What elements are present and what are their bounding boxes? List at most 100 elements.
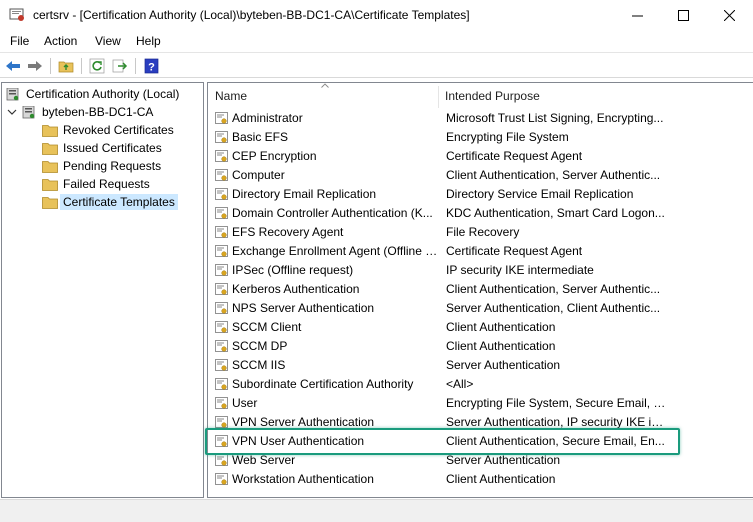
template-name: Kerberos Authentication bbox=[232, 282, 360, 296]
tree-item-pending-requests[interactable]: Pending Requests bbox=[42, 157, 164, 175]
column-header-intended-purpose[interactable]: Intended Purpose bbox=[445, 89, 540, 103]
menu-help[interactable]: Help bbox=[136, 34, 161, 48]
template-intended-purpose: Encrypting File System bbox=[446, 130, 569, 144]
template-name: Web Server bbox=[232, 453, 296, 467]
template-name: VPN User Authentication bbox=[232, 434, 365, 448]
certificate-template-icon bbox=[215, 454, 228, 466]
template-row[interactable]: VPN Server Authentication Server Authenti… bbox=[213, 413, 749, 432]
template-row[interactable]: IPSec (Offline request) IP security IKE i… bbox=[213, 261, 749, 280]
menu-bar: File Action View Help bbox=[0, 31, 753, 51]
template-intended-purpose: Server Authentication, Client Authentic.… bbox=[446, 301, 661, 315]
template-row[interactable]: Domain Controller Authentication (K... KD… bbox=[213, 204, 749, 223]
template-row[interactable]: Web Server Server Authentication bbox=[213, 451, 749, 470]
tree-item-failed-requests[interactable]: Failed Requests bbox=[42, 175, 153, 193]
template-name: Basic EFS bbox=[232, 130, 289, 144]
template-name: Directory Email Replication bbox=[232, 187, 377, 201]
template-row[interactable]: Kerberos Authentication Client Authentica… bbox=[213, 280, 749, 299]
template-name: Workstation Authentication bbox=[232, 472, 374, 486]
template-intended-purpose: Directory Service Email Replication bbox=[446, 187, 634, 201]
template-name: EFS Recovery Agent bbox=[232, 225, 344, 239]
template-row[interactable]: Computer Client Authentication, Server Au… bbox=[213, 166, 749, 185]
menu-file[interactable]: File bbox=[10, 34, 29, 48]
template-name: Exchange Enrollment Agent (Offline r... bbox=[232, 244, 438, 258]
template-intended-purpose: Certificate Request Agent bbox=[446, 244, 583, 258]
forward-button[interactable] bbox=[26, 57, 44, 75]
up-folder-button[interactable] bbox=[57, 57, 75, 75]
template-row[interactable]: SCCM Client Client Authentication bbox=[213, 318, 749, 337]
template-row[interactable]: NPS Server Authentication Server Authenti… bbox=[213, 299, 749, 318]
template-intended-purpose: IP security IKE intermediate bbox=[446, 263, 594, 277]
certificate-template-icon bbox=[215, 378, 228, 390]
template-row[interactable]: Workstation Authentication Client Authent… bbox=[213, 470, 749, 489]
template-row[interactable]: SCCM IIS Server Authentication bbox=[213, 356, 749, 375]
column-header-name[interactable]: Name bbox=[215, 89, 247, 103]
toolbar: ? bbox=[0, 52, 753, 78]
export-list-button[interactable] bbox=[111, 57, 129, 75]
certificate-template-icon bbox=[215, 150, 228, 162]
template-row[interactable]: Exchange Enrollment Agent (Offline r... C… bbox=[213, 242, 749, 261]
toolbar-separator bbox=[81, 58, 82, 74]
certificate-template-icon bbox=[215, 473, 228, 485]
close-icon bbox=[723, 9, 735, 21]
template-intended-purpose: Client Authentication, Secure Email, En.… bbox=[446, 434, 665, 448]
tree-label: Pending Requests bbox=[63, 159, 162, 173]
template-intended-purpose: Client Authentication, Server Authentic.… bbox=[446, 282, 661, 296]
title-bar: certsrv - [Certification Authority (Loca… bbox=[0, 0, 753, 31]
ca-server-icon bbox=[6, 87, 19, 100]
close-button[interactable] bbox=[706, 0, 752, 30]
certificate-template-icon bbox=[215, 302, 228, 314]
certificate-template-icon bbox=[215, 169, 228, 181]
tree-label: byteben-BB-DC1-CA bbox=[42, 105, 154, 119]
back-icon bbox=[6, 61, 20, 71]
template-name: Subordinate Certification Authority bbox=[232, 377, 414, 391]
template-row[interactable]: Basic EFS Encrypting File System bbox=[213, 128, 749, 147]
expand-chevron-icon[interactable] bbox=[7, 107, 17, 117]
column-divider[interactable] bbox=[438, 86, 439, 108]
template-intended-purpose: Client Authentication, Server Authentic.… bbox=[446, 168, 661, 182]
tree-item-revoked-certificates[interactable]: Revoked Certificates bbox=[42, 121, 177, 139]
help-icon: ? bbox=[144, 58, 158, 74]
certificate-template-icon bbox=[215, 245, 228, 257]
template-name: SCCM DP bbox=[232, 339, 288, 353]
certificate-template-icon bbox=[215, 283, 228, 295]
certificate-template-icon bbox=[215, 207, 228, 219]
template-row[interactable]: SCCM DP Client Authentication bbox=[213, 337, 749, 356]
certificate-template-icon bbox=[215, 321, 228, 333]
template-row[interactable]: Administrator Microsoft Trust List Signin… bbox=[213, 109, 749, 128]
template-name: CEP Encryption bbox=[232, 149, 317, 163]
template-intended-purpose: Microsoft Trust List Signing, Encrypting… bbox=[446, 111, 664, 125]
ca-server-icon bbox=[22, 105, 35, 118]
template-row[interactable]: User Encrypting File System, Secure Email… bbox=[213, 394, 749, 413]
maximize-button[interactable] bbox=[660, 0, 706, 30]
template-name: Administrator bbox=[232, 111, 303, 125]
template-intended-purpose: Client Authentication bbox=[446, 320, 556, 334]
menu-view[interactable]: View bbox=[95, 34, 121, 48]
template-row[interactable]: CEP Encryption Certificate Request Agent bbox=[213, 147, 749, 166]
forward-icon bbox=[28, 61, 42, 71]
help-button[interactable]: ? bbox=[142, 57, 160, 75]
tree-item-issued-certificates[interactable]: Issued Certificates bbox=[42, 139, 165, 157]
back-button[interactable] bbox=[4, 57, 22, 75]
tree-label: Certificate Templates bbox=[60, 194, 178, 210]
template-row[interactable]: Subordinate Certification Authority <All> bbox=[213, 375, 749, 394]
tree-root-ca-local[interactable]: Certification Authority (Local) bbox=[5, 85, 182, 103]
certificate-template-icon bbox=[215, 131, 228, 143]
status-bar bbox=[0, 499, 753, 522]
template-row[interactable]: Directory Email Replication Directory Ser… bbox=[213, 185, 749, 204]
template-intended-purpose: <All> bbox=[446, 377, 474, 391]
tree-label: Issued Certificates bbox=[63, 141, 162, 155]
folder-icon bbox=[42, 178, 58, 191]
certificate-template-icon bbox=[215, 359, 228, 371]
tree-ca-node[interactable]: byteben-BB-DC1-CA bbox=[7, 103, 156, 121]
certificate-template-icon bbox=[215, 112, 228, 124]
svg-text:?: ? bbox=[148, 62, 155, 74]
template-intended-purpose: Client Authentication bbox=[446, 472, 556, 486]
minimize-button[interactable] bbox=[614, 0, 660, 30]
menu-action[interactable]: Action bbox=[44, 34, 77, 48]
template-name: VPN Server Authentication bbox=[232, 415, 375, 429]
certificate-template-icon bbox=[215, 226, 228, 238]
refresh-button[interactable] bbox=[88, 57, 106, 75]
template-row[interactable]: VPN User Authentication Client Authentica… bbox=[213, 432, 749, 451]
template-row[interactable]: EFS Recovery Agent File Recovery bbox=[213, 223, 749, 242]
tree-item-certificate-templates[interactable]: Certificate Templates bbox=[42, 193, 178, 211]
